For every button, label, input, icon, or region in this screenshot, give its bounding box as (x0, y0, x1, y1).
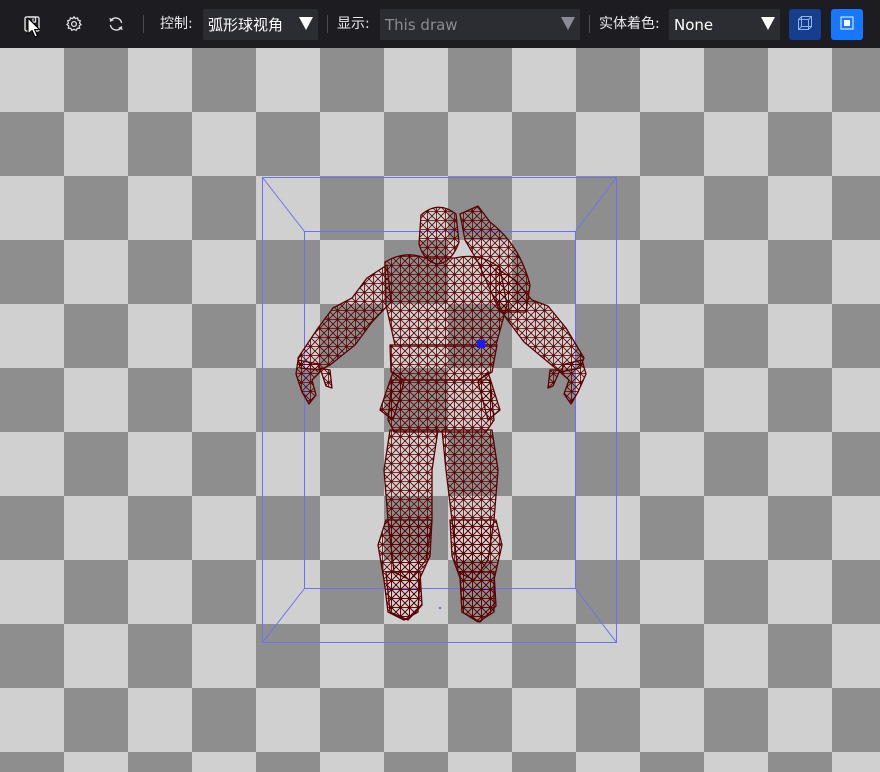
toolbar-divider (327, 15, 328, 33)
display-select[interactable]: This draw (380, 9, 580, 40)
toolbar-divider (143, 15, 144, 33)
chevron-down-icon (299, 17, 313, 30)
chevron-down-icon (761, 17, 775, 30)
pivot-point (438, 606, 442, 610)
refresh-icon[interactable] (104, 12, 128, 36)
display-label: 显示: (337, 16, 370, 32)
control-mode-select[interactable]: 弧形球视角 (203, 9, 318, 40)
toolbar: 控制: 弧形球视角 显示: This draw 实体着色: None (0, 0, 880, 48)
model-scene (262, 177, 617, 643)
square-solid-icon (839, 15, 855, 35)
bounding-box-toggle-button[interactable] (789, 9, 821, 40)
control-mode-value: 弧形球视角 (208, 16, 284, 34)
selection-marker (477, 340, 485, 348)
3d-viewport[interactable] (0, 48, 880, 772)
display-value: This draw (385, 15, 458, 34)
shading-select[interactable]: None (669, 9, 780, 40)
solid-view-button[interactable] (831, 9, 863, 40)
chevron-down-icon (561, 17, 575, 30)
control-label: 控制: (160, 16, 193, 32)
gear-icon[interactable] (62, 12, 86, 36)
shading-label: 实体着色: (599, 16, 660, 32)
toolbar-divider (589, 15, 590, 33)
shading-value: None (674, 15, 714, 34)
wireframe-model (295, 205, 587, 623)
mouse-cursor-icon (27, 17, 41, 39)
cube-outline-icon (797, 15, 813, 35)
